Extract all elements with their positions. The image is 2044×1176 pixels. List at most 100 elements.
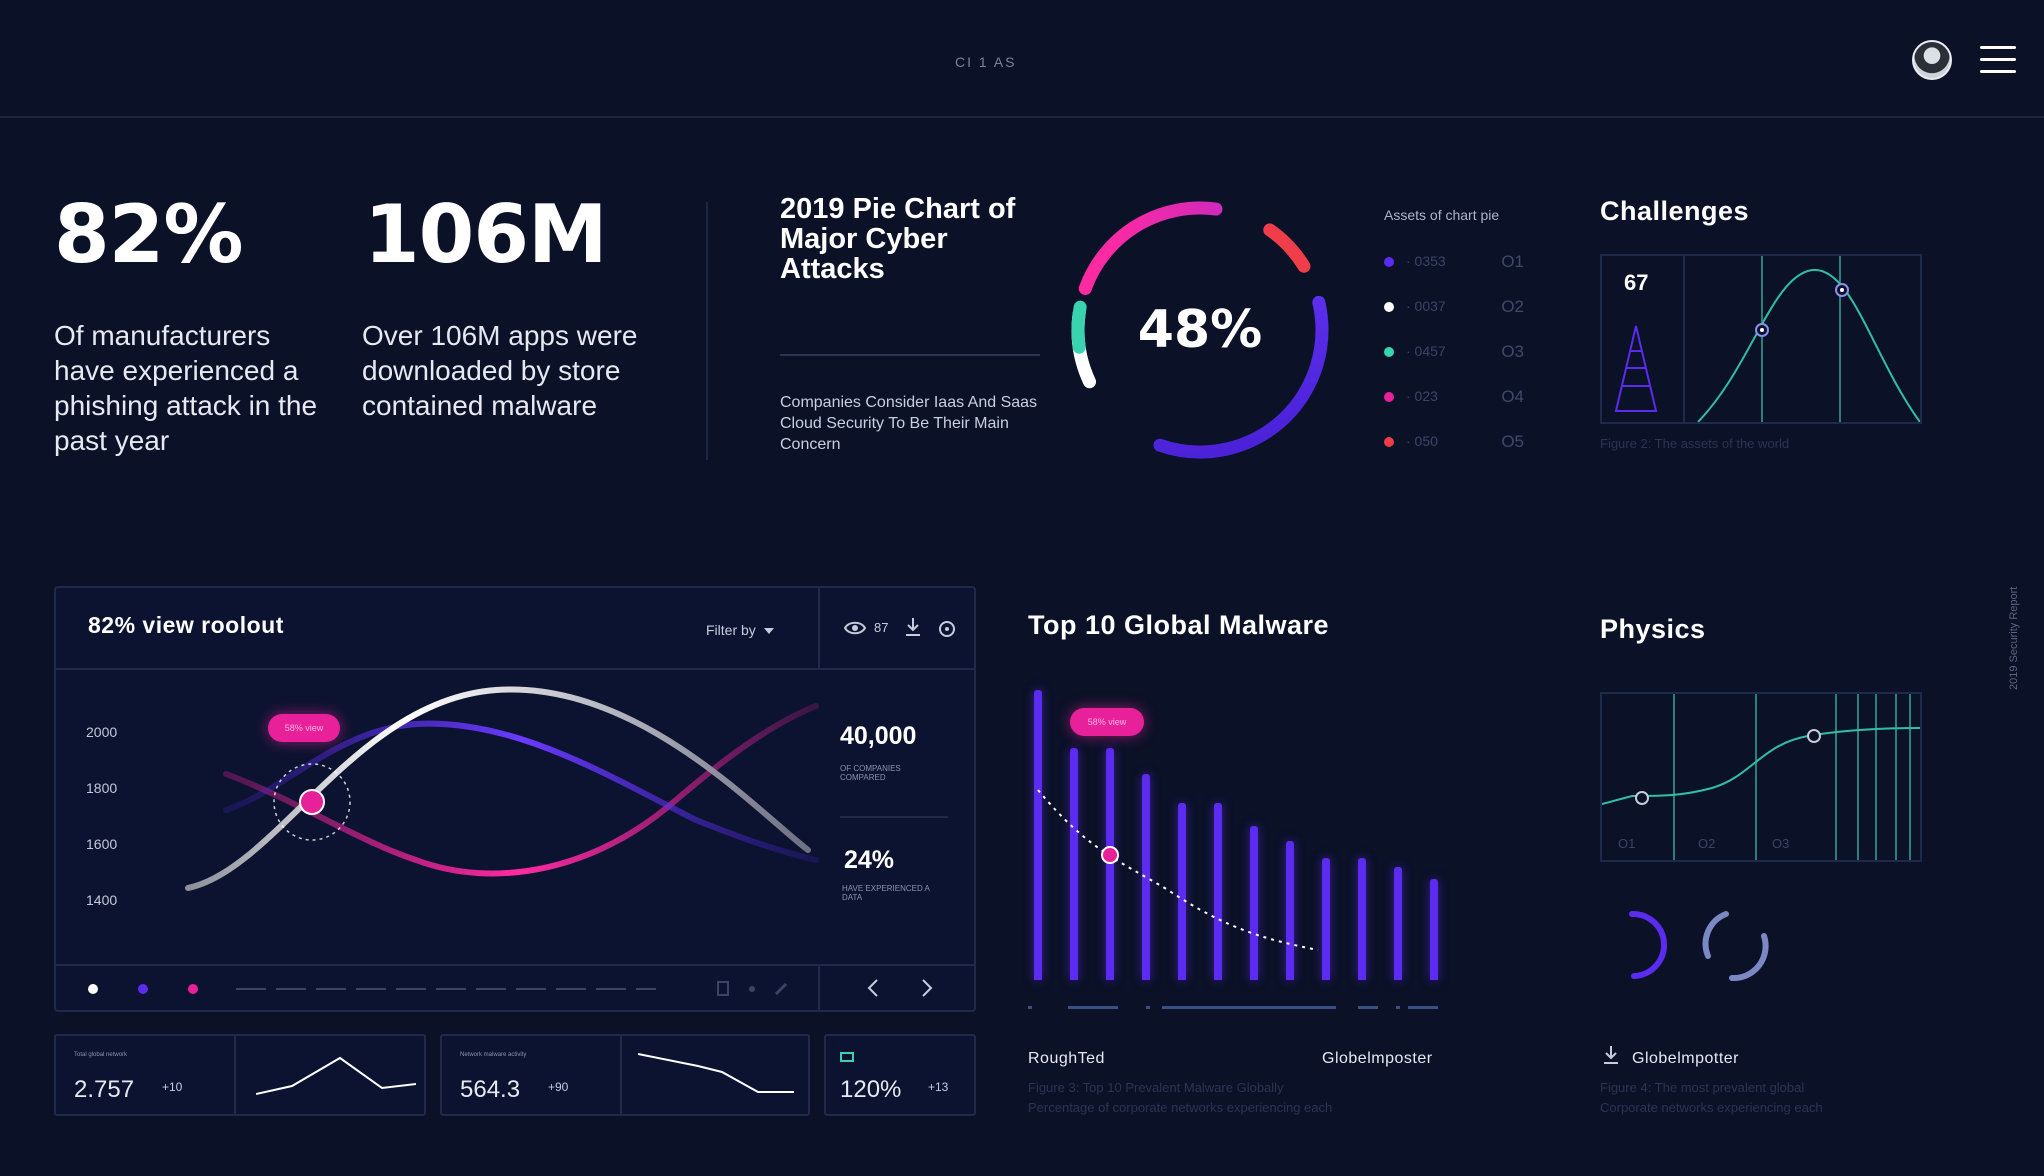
legend-dot xyxy=(1384,257,1394,267)
legend-item: · 023 O4 xyxy=(1384,387,1524,407)
axis-tick xyxy=(1408,1006,1438,1009)
malware-pill: 58% view xyxy=(1070,708,1144,736)
divider xyxy=(840,816,948,818)
legend-dot xyxy=(1384,347,1394,357)
malware-label-left: RoughTed xyxy=(1028,1050,1105,1067)
legend-item: · 050 O5 xyxy=(1384,432,1524,452)
x-axis xyxy=(1028,1006,1448,1010)
timeline-track[interactable] xyxy=(236,988,656,990)
line-chart xyxy=(185,686,819,891)
legend-label: O1 xyxy=(1501,252,1524,271)
divider xyxy=(818,964,820,1010)
chart-icon xyxy=(840,1052,854,1062)
view-pill: 58% view xyxy=(268,714,340,742)
challenges-chart: 67 xyxy=(1600,254,1922,424)
panel-title: 82% view roolout xyxy=(88,612,284,638)
challenges-title: Challenges xyxy=(1600,196,1750,226)
pie-title: 2019 Pie Chart of Major Cyber Attacks xyxy=(780,193,1016,285)
legend-dot-magenta[interactable] xyxy=(188,984,198,994)
legend-title: Assets of chart pie xyxy=(1384,207,1500,223)
kpi-value: 564.3 xyxy=(460,1076,521,1103)
kpi-card[interactable]: Network malware activity 564.3 +90 xyxy=(440,1034,810,1116)
download-icon[interactable] xyxy=(1602,1044,1620,1066)
challenges-caption: Figure 2: The assets of the world xyxy=(1600,436,1790,451)
divider xyxy=(56,964,974,966)
stat-apps-desc: Over 106M apps were downloaded by store … xyxy=(362,320,638,421)
kpi-value: 2.757 xyxy=(74,1076,135,1103)
axis-tick xyxy=(1162,1006,1298,1009)
kpi-sparkline xyxy=(256,1056,416,1095)
stat-manufacturers-desc: Of manufacturers have experienced a phis… xyxy=(54,320,318,456)
axis-tick xyxy=(1068,1006,1118,1009)
highlight-point xyxy=(1101,846,1119,864)
chevron-left-icon[interactable] xyxy=(866,978,880,998)
kpi-value: 120% xyxy=(840,1076,902,1103)
side-vertical-text: 2019 Security Report xyxy=(2008,586,2020,690)
view-rollout-panel: 82% view roolout Filter by 87 2000 1800 … xyxy=(54,586,976,1012)
legend-label: O3 xyxy=(1501,342,1524,361)
kpi-delta: +90 xyxy=(548,1080,569,1094)
app-title: CI 1 AS xyxy=(955,54,1017,70)
highlight-point xyxy=(299,789,325,815)
legend-label: O2 xyxy=(1501,297,1524,316)
malware-label-right: Globelmposter xyxy=(1322,1050,1433,1067)
toolbar-icons[interactable] xyxy=(716,980,796,998)
legend-item: · 0457 O3 xyxy=(1384,342,1524,362)
views-count: 87 xyxy=(874,620,889,635)
chevron-right-icon[interactable] xyxy=(920,978,934,998)
pie-subtitle: Companies Consider Iaas And Saas Cloud S… xyxy=(780,394,1038,453)
axis-tick xyxy=(1146,1006,1150,1009)
loader-arc-blue xyxy=(1702,911,1769,982)
legend-value: · 0353 xyxy=(1406,253,1446,269)
divider xyxy=(706,202,708,460)
stat-apps-value: 106M xyxy=(364,188,608,281)
axis-tick xyxy=(1396,1006,1400,1009)
malware-caption: Figure 3: Top 10 Prevalent Malware Globa… xyxy=(1028,1080,1284,1095)
divider xyxy=(818,588,820,668)
legend-value: · 023 xyxy=(1406,388,1438,404)
legend-dot xyxy=(1384,302,1394,312)
eye-icon[interactable] xyxy=(844,620,866,636)
legend-dot xyxy=(1384,392,1394,402)
kpi-delta: +13 xyxy=(928,1080,949,1094)
user-avatar[interactable] xyxy=(1912,40,1952,80)
legend-dot-purple[interactable] xyxy=(138,984,148,994)
legend-item: · 0353 O1 xyxy=(1384,252,1524,272)
physics-title: Physics xyxy=(1600,614,1706,644)
divider xyxy=(780,354,1040,356)
stat1-label: of companies compared xyxy=(840,764,901,782)
axis-tick xyxy=(1286,1006,1336,1009)
physics-chart: O1 O2 O3 xyxy=(1600,692,1922,862)
legend-value: · 0037 xyxy=(1406,298,1446,314)
kpi-card[interactable]: Total global network 2.757 +10 xyxy=(54,1034,426,1116)
stat1-value: 40,000 xyxy=(840,722,917,750)
physics-caption: Corporate networks experiencing each xyxy=(1600,1100,1823,1115)
stat-manufacturers-value: 82% xyxy=(54,188,243,281)
malware-title: Top 10 Global Malware xyxy=(1028,610,1330,640)
download-icon[interactable] xyxy=(904,616,922,638)
challenges-value: 67 xyxy=(1624,270,1649,295)
pie-center-value: 48% xyxy=(1137,300,1263,360)
axis-tick xyxy=(1028,1006,1032,1009)
stat2-value: 24% xyxy=(844,846,895,874)
malware-caption: Percentage of corporate networks experie… xyxy=(1028,1100,1333,1115)
legend-value: · 0457 xyxy=(1406,343,1446,359)
physics-download-label[interactable]: Globelmpotter xyxy=(1632,1050,1739,1068)
kpi-sparkline xyxy=(638,1053,794,1093)
info-icon[interactable] xyxy=(938,620,956,638)
chevron-down-icon xyxy=(763,628,774,635)
legend-dot xyxy=(1384,437,1394,447)
physics-caption: Figure 4: The most prevalent global xyxy=(1600,1080,1805,1095)
top-bar xyxy=(0,0,2044,118)
kpi-card[interactable]: 120% +13 xyxy=(824,1034,976,1116)
hamburger-menu-icon[interactable] xyxy=(1980,46,2016,73)
kpi-delta: +10 xyxy=(162,1080,183,1094)
filter-dropdown[interactable]: Filter by xyxy=(706,622,774,638)
legend-label: O4 xyxy=(1501,387,1524,406)
legend-label: O5 xyxy=(1501,432,1524,451)
axis-tick xyxy=(1358,1006,1378,1009)
legend-value: · 050 xyxy=(1406,433,1438,449)
stat2-label: have experienced a data xyxy=(842,884,930,902)
legend-dot-white[interactable] xyxy=(88,984,98,994)
loader-arc-purple xyxy=(1629,910,1667,979)
